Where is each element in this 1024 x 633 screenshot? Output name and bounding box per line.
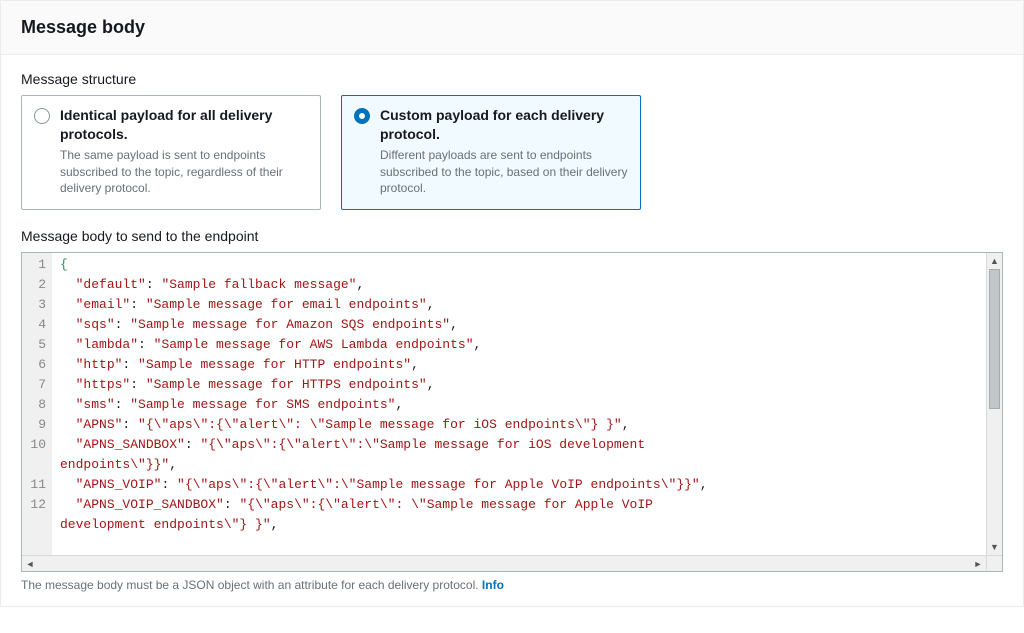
radio-title: Identical payload for all delivery proto… [60,106,308,144]
horizontal-scrollbar[interactable]: ◄ ► [22,555,1002,571]
radio-icon [34,108,50,124]
scroll-right-icon[interactable]: ► [970,556,986,572]
scroll-down-icon[interactable]: ▼ [987,539,1002,555]
scroll-corner [986,555,1002,571]
radio-desc: The same payload is sent to endpoints su… [60,147,308,197]
code-gutter: 1 2 3 4 5 6 7 8 9 10 11 12 [22,253,52,571]
radio-title: Custom payload for each delivery protoco… [380,106,628,144]
scroll-up-icon[interactable]: ▲ [987,253,1002,269]
scroll-left-icon[interactable]: ◄ [22,556,38,572]
code-editor[interactable]: 1 2 3 4 5 6 7 8 9 10 11 12 { "default": … [21,252,1003,572]
info-link[interactable]: Info [482,578,504,592]
panel-header: Message body [1,1,1023,55]
scroll-track[interactable] [987,269,1002,539]
radio-desc: Different payloads are sent to endpoints… [380,147,628,197]
helper-text: The message body must be a JSON object w… [21,578,1003,592]
message-body-panel: Message body Message structure Identical… [0,0,1024,607]
message-structure-label: Message structure [21,71,1003,87]
helper-msg: The message body must be a JSON object w… [21,578,482,592]
radio-icon [354,108,370,124]
radio-custom-payload[interactable]: Custom payload for each delivery protoco… [341,95,641,210]
code-editor-viewport: 1 2 3 4 5 6 7 8 9 10 11 12 { "default": … [22,253,986,571]
radio-identical-payload[interactable]: Identical payload for all delivery proto… [21,95,321,210]
panel-body: Message structure Identical payload for … [1,55,1023,606]
editor-label: Message body to send to the endpoint [21,228,1003,244]
code-content[interactable]: { "default": "Sample fallback message", … [52,253,986,571]
scroll-thumb[interactable] [989,269,1000,409]
vertical-scrollbar[interactable]: ▲ ▼ [986,253,1002,555]
message-structure-options: Identical payload for all delivery proto… [21,95,1003,210]
panel-title: Message body [21,17,1003,38]
